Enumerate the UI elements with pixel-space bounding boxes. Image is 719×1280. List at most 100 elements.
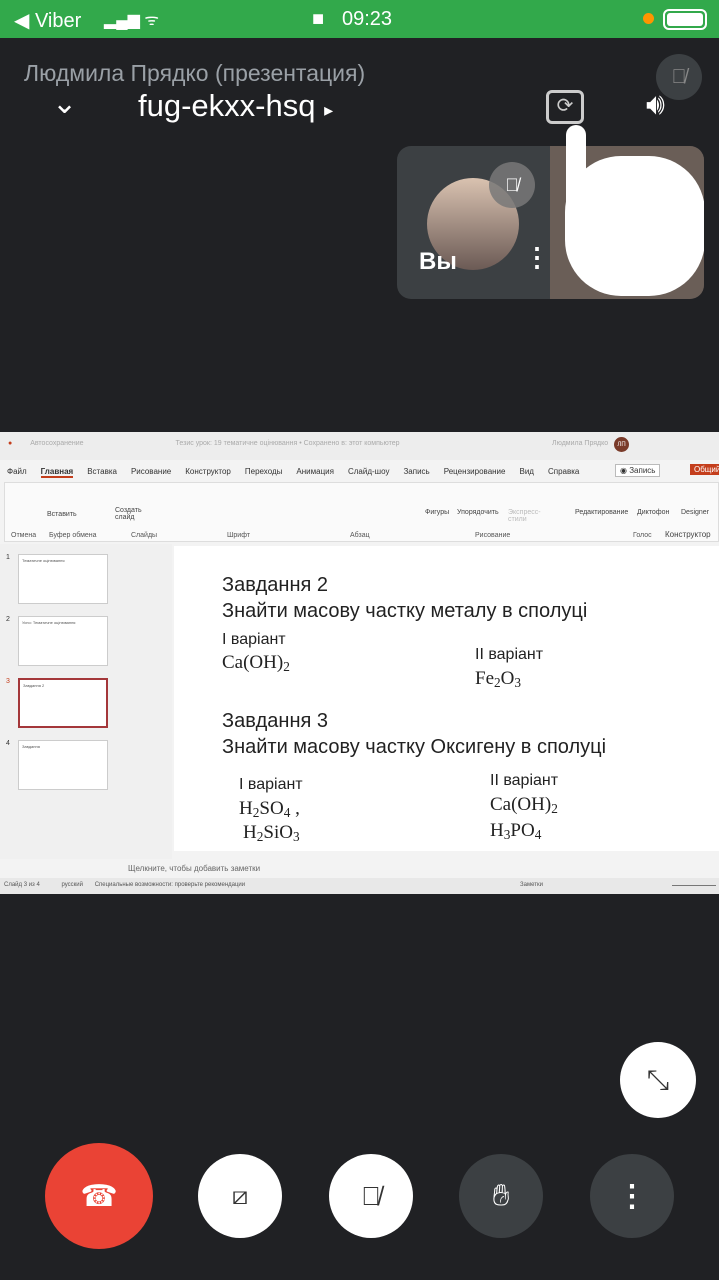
- tab-animations[interactable]: Анимация: [296, 467, 334, 476]
- slide-thumb-3[interactable]: Завдання 2: [18, 678, 108, 728]
- end-call-button[interactable]: ☎: [45, 1143, 153, 1249]
- accessibility-status[interactable]: Специальные возможности: проверьте реком…: [95, 882, 245, 888]
- group-slides: Слайды: [131, 532, 158, 539]
- group-font: Шрифт: [227, 532, 251, 539]
- thumb-number: 3: [6, 678, 10, 685]
- formula: H2SiO3: [243, 822, 300, 844]
- paste-button[interactable]: Вставить: [47, 511, 77, 518]
- mic-indicator-dot: [643, 13, 654, 24]
- signal-icon: ▂▄▆ ᯤ: [104, 12, 159, 29]
- variant2-label: II варіант: [490, 772, 559, 789]
- record-label: Запись: [629, 466, 656, 475]
- raise-hand-button[interactable]: ✋︎: [459, 1154, 543, 1238]
- variant1-label: I варіант: [239, 776, 303, 793]
- thumb-text: Усно: Тематичне оцінювання: [22, 620, 76, 625]
- self-view-tile[interactable]: 🎙̸ Вы ⋮: [397, 146, 704, 299]
- presenter-name: Людмила Прядко (презентация): [24, 60, 366, 86]
- designer-button[interactable]: Designer: [681, 509, 709, 516]
- notes-placeholder[interactable]: Щелкните, чтобы добавить заметки: [128, 864, 260, 873]
- minimize-icon[interactable]: ⤡: [620, 1042, 696, 1118]
- powerpoint-logo: ●: [8, 440, 13, 447]
- thumb-number: 2: [6, 616, 10, 623]
- self-label: Вы: [419, 248, 457, 275]
- thumb-number: 4: [6, 740, 10, 747]
- back-to-app[interactable]: ◀ Viber: [14, 8, 81, 33]
- arrange-button[interactable]: Упорядочить: [457, 509, 499, 516]
- formula: Fe2O3: [475, 668, 522, 690]
- more-vert-icon: ⋮: [617, 1179, 647, 1213]
- slide-thumbnails: 1 Тематичне оцінювання 2 Усно: Тематичне…: [0, 544, 172, 859]
- ribbon-tabs: Файл Главная Вставка Рисование Конструктор Пе…: [7, 467, 593, 478]
- tab-slideshow[interactable]: Слайд-шоу: [348, 467, 389, 476]
- zoom-slider[interactable]: [672, 885, 716, 886]
- formula: Ca(OH)2: [222, 652, 290, 674]
- slide-thumb-1[interactable]: Тематичне оцінювання: [18, 554, 108, 604]
- tab-draw[interactable]: Рисование: [131, 467, 171, 476]
- camera-off-button[interactable]: ⧄: [198, 1154, 282, 1238]
- tab-review[interactable]: Рецензирование: [444, 467, 506, 476]
- dictate-button[interactable]: Диктофон: [637, 509, 669, 516]
- meeting-code-text: fug-ekxx-hsq: [138, 88, 316, 123]
- thumb-text: Тематичне оцінювання: [22, 558, 65, 563]
- self-muted-icon: 🎙̸: [489, 162, 535, 208]
- hand-icon: ✋︎: [492, 1179, 510, 1212]
- slide-thumb-4[interactable]: Завдання: [18, 740, 108, 790]
- slide-counter: Слайд 3 из 4: [4, 882, 40, 888]
- mic-off-button[interactable]: 🎙̸: [329, 1154, 413, 1238]
- tab-record[interactable]: Запись: [403, 467, 429, 476]
- share-button[interactable]: Общий доступ: [690, 464, 719, 475]
- new-slide-button[interactable]: Создать слайд: [115, 507, 143, 521]
- language[interactable]: русский: [61, 882, 83, 888]
- task3-title: Завдання 3: [222, 710, 328, 732]
- phone-status-bar: ◀ Viber ▂▄▆ ᯤ ■ 09:23: [0, 0, 719, 38]
- task2-title: Завдання 2: [222, 574, 328, 596]
- clock: 09:23: [342, 8, 393, 30]
- shapes-button[interactable]: Фигуры: [425, 509, 449, 516]
- more-options-button[interactable]: ⋮: [590, 1154, 674, 1238]
- tab-view[interactable]: Вид: [519, 467, 533, 476]
- chevron-right-icon: ▸: [324, 100, 334, 120]
- group-clipboard: Буфер обмена: [49, 532, 97, 539]
- thumb-number: 1: [6, 554, 10, 561]
- formula: H2SO4 ,: [239, 798, 300, 820]
- tab-transitions[interactable]: Переходы: [245, 467, 283, 476]
- tab-file[interactable]: Файл: [7, 467, 27, 476]
- group-designer: Конструктор: [665, 530, 711, 539]
- camera-icon: ■: [312, 8, 325, 30]
- hangup-icon: ☎: [80, 1179, 118, 1213]
- group-voice: Голос: [633, 532, 652, 539]
- more-options-icon[interactable]: ⋮: [524, 242, 550, 273]
- mic-off-icon: 🎙̸: [361, 1180, 381, 1211]
- tab-help[interactable]: Справка: [548, 467, 579, 476]
- meeting-code[interactable]: fug-ekxx-hsq ▸: [138, 88, 333, 124]
- collapse-chevron-icon[interactable]: ⌄: [52, 86, 77, 121]
- thumb-text: Завдання 2: [23, 683, 45, 688]
- task3-question: Знайти масову частку Оксигену в сполуці: [222, 736, 607, 758]
- back-app-label: Viber: [34, 10, 82, 32]
- user-name: Людмила Прядко: [552, 440, 609, 447]
- group-undo: Отмена: [11, 532, 37, 539]
- autosave-label: Автосохранение: [30, 440, 84, 447]
- slide-thumb-2[interactable]: Усно: Тематичне оцінювання: [18, 616, 108, 666]
- editing-button[interactable]: Редактирование: [575, 509, 628, 516]
- record-button[interactable]: ◉ Запись: [615, 464, 661, 477]
- battery-icon: [663, 9, 707, 30]
- thumb-text: Завдання: [22, 744, 40, 749]
- formula: H3PO4: [490, 820, 542, 842]
- switch-camera-icon[interactable]: ⟳: [546, 90, 584, 124]
- speaker-icon[interactable]: 🔊︎: [646, 88, 665, 122]
- group-drawing: Рисование: [475, 532, 511, 539]
- current-slide[interactable]: Завдання 2 Знайти масову частку металу в…: [174, 546, 719, 851]
- variant2-label: II варіант: [475, 646, 544, 663]
- document-title: Тезис урок: 19 тематичне оцінювання • Со…: [175, 440, 400, 447]
- tab-design[interactable]: Конструктор: [185, 467, 231, 476]
- user-avatar[interactable]: ЛП: [614, 437, 629, 452]
- task2-question: Знайти масову частку металу в сполуці: [222, 600, 588, 622]
- tab-insert[interactable]: Вставка: [87, 467, 117, 476]
- quick-styles-button[interactable]: Экспресс-стили: [508, 509, 542, 523]
- redaction-overlay-stroke: [566, 125, 586, 240]
- tab-home[interactable]: Главная: [40, 467, 74, 478]
- group-paragraph: Абзац: [350, 532, 370, 539]
- shared-screen: ● Автосохранение Тезис урок: 19 тематичн…: [0, 432, 719, 894]
- notes-toggle[interactable]: Заметки: [520, 882, 543, 888]
